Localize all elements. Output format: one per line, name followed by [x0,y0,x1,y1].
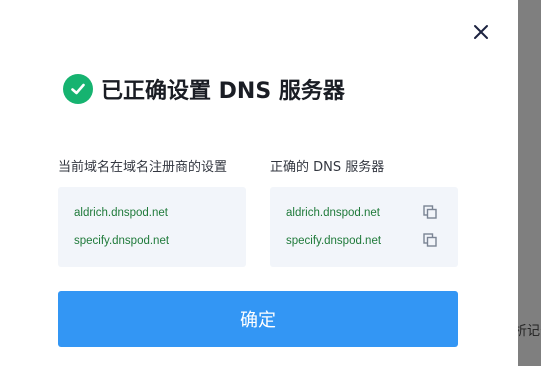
copy-server-2-button[interactable] [423,232,437,247]
check-circle-icon [63,74,93,104]
background-text: 析记录 [514,324,541,339]
copy-icon [423,233,437,247]
copy-server-1-button[interactable] [423,204,437,219]
correct-servers-label: 正确的 DNS 服务器 [270,160,385,175]
confirm-button[interactable]: 确定 [58,291,458,347]
current-servers-box: aldrich.dnspod.net specify.dnspod.net [58,187,246,267]
current-server-1: aldrich.dnspod.net [74,207,168,219]
current-server-2: specify.dnspod.net [74,235,170,247]
dns-result-dialog: 已正确设置 DNS 服务器 当前域名在域名注册商的设置 正确的 DNS 服务器 … [0,0,518,366]
correct-server-2: specify.dnspod.net [286,235,382,247]
dialog-title: 已正确设置 DNS 服务器 [101,79,345,104]
correct-servers-box: aldrich.dnspod.net specify.dnspod.net [270,187,458,267]
modal-backdrop[interactable] [518,0,541,366]
correct-server-1: aldrich.dnspod.net [286,207,380,219]
close-button[interactable] [470,21,492,43]
copy-icon [423,205,437,219]
close-icon [474,25,488,39]
current-settings-label: 当前域名在域名注册商的设置 [58,160,228,175]
dialog-header: 已正确设置 DNS 服务器 [63,73,345,105]
